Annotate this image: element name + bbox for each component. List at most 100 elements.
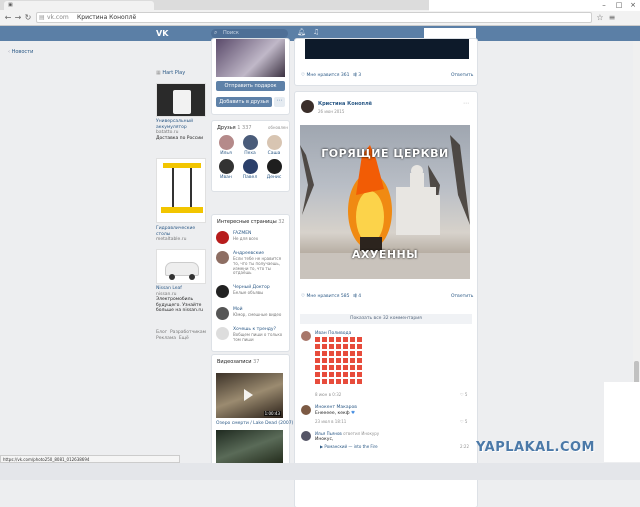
avatar (266, 135, 282, 150)
redacted-area (604, 382, 640, 462)
footer-dev[interactable]: Разработчикам (170, 330, 206, 335)
forward-icon[interactable]: → (13, 12, 23, 23)
ad-car-image[interactable] (156, 249, 206, 284)
close-icon[interactable]: × (626, 1, 640, 9)
friend-item[interactable]: Денис (265, 159, 283, 180)
previous-post-image[interactable] (305, 39, 469, 59)
search-icon: ⌕ (214, 29, 218, 36)
avatar (216, 327, 229, 340)
taskbar (0, 463, 640, 480)
add-friend-button[interactable]: Добавить в друзья (216, 97, 272, 107)
watermark: YAPLAKAL.COM (476, 440, 595, 455)
friends-updates-link[interactable]: обновлен (268, 125, 288, 130)
page-item[interactable]: Андреевские Если тебе не нравится то, чт… (216, 251, 286, 275)
sidebar-item-news[interactable]: ‹ Новости (8, 49, 33, 55)
more-actions-button[interactable]: ⋯ (274, 97, 285, 107)
vk-logo[interactable]: VK (156, 28, 170, 39)
footer-blog[interactable]: Блог (156, 330, 167, 335)
post-author[interactable]: Кристина Коноплё (318, 101, 372, 107)
music-icon[interactable]: ♫ (313, 28, 319, 36)
videos-title[interactable]: Видеозаписи 37 (217, 359, 259, 365)
post-image[interactable]: ГОРЯЩИЕ ЦЕРКВИ АХУЕННЫ (300, 125, 470, 279)
comment-author[interactable]: Илья Пьянов (315, 431, 342, 436)
share-button[interactable]: ⇶ 3 (353, 73, 361, 78)
video-thumbnail[interactable]: 1:00:43 (216, 373, 283, 418)
page-item[interactable]: FAZMEN Не для всех (216, 231, 286, 249)
audio-attachment[interactable]: ▶ Романский — into the Fire (320, 444, 378, 449)
friends-title[interactable]: Друзья 1 337 (217, 125, 252, 131)
show-all-comments-button[interactable]: Показать все 32 комментария (300, 314, 472, 324)
back-icon[interactable]: ← (3, 12, 13, 23)
comment-date[interactable]: 8 июн в 0:32 (315, 392, 341, 397)
browser-chrome: ▣ ← → ↻ ▤ vk.com Кристина Коноплё ☆ ≡ – … (0, 0, 640, 26)
footer-more[interactable]: Ещё (179, 336, 189, 341)
reply-button[interactable]: Ответить (451, 294, 473, 299)
maximize-icon[interactable]: □ (612, 1, 626, 9)
friend-item[interactable]: Павел (241, 159, 259, 180)
reload-icon[interactable]: ↻ (23, 12, 33, 23)
avatar[interactable] (301, 100, 314, 113)
ad-battery-image[interactable] (156, 83, 206, 117)
post-date[interactable]: 26 июн 2015 (318, 109, 344, 114)
like-button[interactable]: ♡ Мне нравится 585 (301, 294, 349, 299)
avatar[interactable] (301, 405, 311, 415)
friend-item[interactable]: Саша (265, 135, 283, 156)
avatar (216, 251, 229, 264)
avatar[interactable] (301, 431, 311, 441)
browser-tab[interactable]: ▣ (4, 1, 154, 10)
interesting-pages-block: Интересные страницы 32 FAZMEN Не для все… (212, 215, 289, 351)
user-menu-redacted[interactable] (424, 28, 476, 39)
like-button[interactable]: ♡ Мне нравится 361 (301, 73, 349, 78)
minimize-icon[interactable]: – (597, 1, 611, 9)
friend-item[interactable]: Пеха (241, 135, 259, 156)
audio-duration: 2:22 (460, 444, 469, 449)
pages-title[interactable]: Интересные страницы 32 (217, 219, 285, 225)
comment-emoji-grid (315, 337, 365, 389)
avatar (266, 159, 282, 174)
ad-table-image[interactable] (156, 158, 206, 223)
video-thumbnail[interactable] (216, 430, 283, 465)
comment-author[interactable]: Инокент Макаров (315, 405, 357, 410)
address-bar[interactable]: ▤ vk.com Кристина Коноплё (36, 12, 592, 23)
comment-author[interactable]: Иван Поливода (315, 331, 351, 336)
share-button[interactable]: ⇶ 4 (353, 294, 361, 299)
comment-text: Инокус, (315, 437, 334, 442)
bell-icon[interactable]: 🔔︎ (297, 28, 306, 36)
friend-item[interactable]: Иван (217, 159, 235, 180)
page-item[interactable]: Хочешь к тренду? Вобщем пиши о только то… (216, 327, 286, 345)
menu-icon[interactable]: ≡ (607, 12, 617, 23)
ad2-text[interactable]: Гидравлические столы metaltable.ru (156, 226, 208, 243)
send-gift-button[interactable]: Отправить подарок (216, 81, 285, 91)
ad-header-link[interactable] (156, 40, 208, 46)
comment-text: Енеееее, кекф ♥ (315, 411, 356, 416)
friend-item[interactable]: Илья (217, 135, 235, 156)
reply-button[interactable]: Ответить (451, 73, 473, 78)
avatar (216, 285, 229, 298)
hart-play-link[interactable]: ▦ Hart Play (156, 70, 185, 76)
avatar (218, 159, 234, 174)
ad3-text[interactable]: Nissan Leaf nissan.ru Электромобиль буду… (156, 286, 208, 314)
page-item[interactable]: Мой Юмор, смешные видео (216, 307, 286, 323)
profile-photo[interactable] (216, 39, 285, 77)
video-title[interactable]: Озеро смерти / Lake Dead (2007) (216, 421, 293, 426)
comment-likes[interactable]: ♡ 5 (460, 392, 467, 397)
status-bar: https://vk.com/photo250_8081_012638694 (0, 455, 180, 463)
lock-icon: ▤ (39, 14, 45, 21)
post-menu-icon[interactable]: ⋯ (463, 100, 469, 107)
redacted-area: – □ × (429, 0, 640, 11)
ad1-text[interactable]: Универсальный аккумулятор batatto.ru Дос… (156, 119, 208, 141)
vk-favicon: ▣ (8, 2, 13, 8)
image-caption-bottom: АХУЕННЫ (351, 248, 419, 261)
emoji-icon: ♥ (350, 411, 356, 416)
footer-ads[interactable]: Реклама (156, 336, 176, 341)
image-caption-top: ГОРЯЩИЕ ЦЕРКВИ (321, 147, 449, 160)
comment-date[interactable]: 23 июл в 18:11 (315, 419, 346, 424)
search-input[interactable]: ⌕ Поиск (211, 29, 288, 38)
avatar[interactable] (301, 331, 311, 341)
profile-photo-card: Отправить подарок Добавить в друзья ⋯ (212, 39, 289, 114)
avatar (242, 135, 258, 150)
video-duration: 1:00:43 (263, 411, 281, 416)
comment-likes[interactable]: ♡ 5 (460, 419, 467, 424)
page-item[interactable]: Черный Доктор Белые объявы (216, 285, 286, 301)
star-icon[interactable]: ☆ (595, 12, 605, 23)
